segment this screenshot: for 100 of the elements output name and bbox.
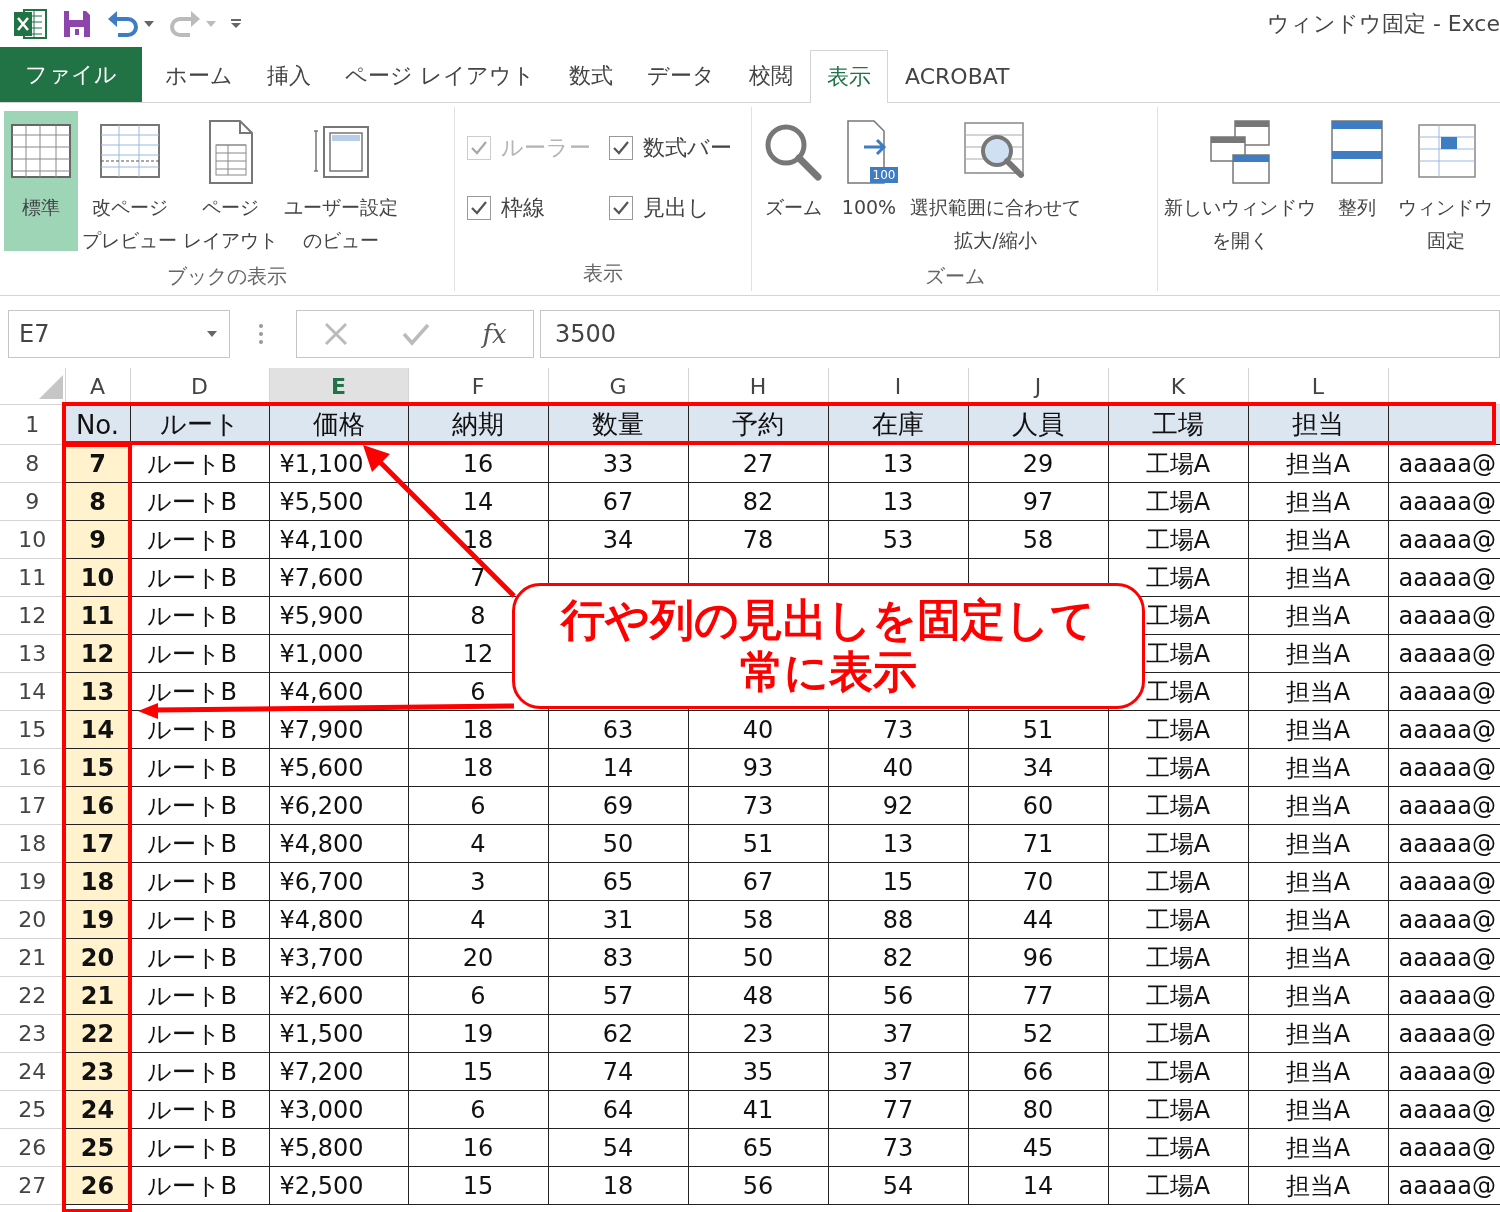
check-icon[interactable] bbox=[401, 322, 430, 346]
column-header[interactable]: F bbox=[408, 368, 548, 405]
table-cell: 工場A bbox=[1108, 862, 1248, 901]
table-cell: 78 bbox=[688, 520, 828, 559]
ribbon-button[interactable]: ズーム bbox=[756, 111, 830, 251]
undo-icon[interactable] bbox=[106, 9, 140, 39]
ribbon-button[interactable]: 選択範囲に合わせて 拡大/縮小 bbox=[908, 111, 1083, 263]
table-cell: ¥6,200 bbox=[269, 786, 408, 825]
table-cell: 58 bbox=[688, 900, 828, 939]
ribbon-button[interactable]: ユーザー設定 のビュー bbox=[282, 111, 400, 263]
table-cell: 4 bbox=[408, 900, 548, 939]
ribbon-button[interactable]: 整列 bbox=[1320, 111, 1394, 251]
name-box[interactable]: E7 bbox=[8, 310, 230, 358]
table-cell: 71 bbox=[968, 824, 1108, 863]
table-cell: 52 bbox=[968, 1014, 1108, 1053]
ribbon-button[interactable]: ページ レイアウト bbox=[181, 111, 280, 263]
table-cell: ルートB bbox=[130, 634, 269, 673]
group-label: ズーム bbox=[924, 263, 985, 290]
table-cell: 67 bbox=[548, 482, 688, 521]
checkbox[interactable] bbox=[609, 196, 633, 220]
table-cell: 工場A bbox=[1108, 900, 1248, 939]
ribbon-tab[interactable]: 表示 bbox=[810, 50, 888, 103]
table-cell: 50 bbox=[548, 824, 688, 863]
table-cell: 33 bbox=[548, 444, 688, 483]
checkbox[interactable] bbox=[467, 196, 491, 220]
table-cell: 31 bbox=[548, 900, 688, 939]
table-cell: 6 bbox=[408, 976, 548, 1015]
dropdown-caret-icon[interactable] bbox=[144, 21, 154, 27]
table-cell: ルートB bbox=[130, 900, 269, 939]
table-cell: 担当A bbox=[1248, 748, 1388, 787]
table-cell: ルートB bbox=[130, 1166, 269, 1205]
column-header[interactable]: D bbox=[130, 368, 269, 405]
ribbon-button[interactable]: 改ページ プレビュー bbox=[80, 111, 179, 263]
table-cell: 64 bbox=[548, 1090, 688, 1129]
file-tab[interactable]: ファイル bbox=[0, 47, 142, 102]
table-cell: ¥7,600 bbox=[269, 558, 408, 597]
group-label: ブックの表示 bbox=[167, 263, 287, 290]
table-cell: ¥3,700 bbox=[269, 938, 408, 977]
save-icon[interactable] bbox=[62, 9, 92, 39]
table-cell: 3 bbox=[408, 862, 548, 901]
table-cell: 工場A bbox=[1108, 520, 1248, 559]
table-cell: 93 bbox=[688, 748, 828, 787]
table-cell: 担当A bbox=[1248, 672, 1388, 711]
insert-function-button[interactable]: fx bbox=[482, 319, 507, 349]
formula-field[interactable]: 3500 bbox=[540, 310, 1500, 358]
column-header[interactable] bbox=[1388, 368, 1500, 405]
table-cell: ¥1,500 bbox=[269, 1014, 408, 1053]
customize-caret-icon[interactable] bbox=[230, 19, 242, 29]
table-cell: 23 bbox=[688, 1014, 828, 1053]
ribbon-button[interactable]: ウィンドウ 固定 bbox=[1396, 111, 1495, 263]
ribbon-button[interactable]: 新しいウィンドウ を開く bbox=[1162, 111, 1318, 263]
table-cell: 67 bbox=[688, 862, 828, 901]
checkbox-label[interactable]: 枠線 bbox=[501, 193, 545, 223]
checkbox-label[interactable]: 数式バー bbox=[643, 133, 732, 163]
table-cell: 担当A bbox=[1248, 1128, 1388, 1167]
table-cell: 34 bbox=[968, 748, 1108, 787]
column-header[interactable]: I bbox=[828, 368, 968, 405]
column-header[interactable]: L bbox=[1248, 368, 1388, 405]
ribbon-button[interactable]: 標準 bbox=[4, 111, 78, 251]
table-cell: 96 bbox=[968, 938, 1108, 977]
table-cell: 工場A bbox=[1108, 938, 1248, 977]
table-cell: aaaaa@ bbox=[1388, 558, 1500, 597]
table-cell: 担当A bbox=[1248, 1052, 1388, 1091]
table-cell: ルートB bbox=[130, 824, 269, 863]
table-cell: aaaaa@ bbox=[1388, 634, 1500, 673]
dropdown-caret-icon[interactable] bbox=[207, 331, 217, 337]
table-cell: aaaaa@ bbox=[1388, 520, 1500, 559]
window-title: ウィンドウ固定 - Exce bbox=[1266, 10, 1500, 38]
table-cell: ¥4,800 bbox=[269, 900, 408, 939]
column-header[interactable]: E bbox=[269, 368, 408, 405]
column-header[interactable]: J bbox=[968, 368, 1108, 405]
table-cell: 53 bbox=[828, 520, 968, 559]
ribbon-button[interactable]: 100 100% bbox=[832, 111, 906, 251]
table-cell: aaaaa@ bbox=[1388, 748, 1500, 787]
table-cell: aaaaa@ bbox=[1388, 938, 1500, 977]
column-header[interactable]: A bbox=[65, 368, 130, 405]
table-cell: 74 bbox=[548, 1052, 688, 1091]
table-cell: 41 bbox=[688, 1090, 828, 1129]
column-header[interactable]: G bbox=[548, 368, 688, 405]
column-header[interactable]: H bbox=[688, 368, 828, 405]
table-cell: ¥4,100 bbox=[269, 520, 408, 559]
table-cell: 14 bbox=[968, 1166, 1108, 1205]
table-cell: 77 bbox=[828, 1090, 968, 1129]
checkbox[interactable] bbox=[609, 136, 633, 160]
table-cell: 13 bbox=[828, 824, 968, 863]
table-cell: 担当A bbox=[1248, 596, 1388, 635]
table-cell: 97 bbox=[968, 482, 1108, 521]
table-cell: aaaaa@ bbox=[1388, 1128, 1500, 1167]
callout-text: 行や列の見出しを固定して常に表示 bbox=[559, 594, 1097, 698]
table-cell: aaaaa@ bbox=[1388, 1090, 1500, 1129]
table-cell: 44 bbox=[968, 900, 1108, 939]
table-cell: 工場A bbox=[1108, 1166, 1248, 1205]
table-cell: 88 bbox=[828, 900, 968, 939]
table-cell: ルートB bbox=[130, 786, 269, 825]
table-cell: 担当A bbox=[1248, 786, 1388, 825]
checkbox-label[interactable]: 見出し bbox=[643, 193, 710, 223]
table-cell: ルートB bbox=[130, 596, 269, 635]
table-cell: ¥7,200 bbox=[269, 1052, 408, 1091]
table-cell: ルートB bbox=[130, 862, 269, 901]
column-header[interactable]: K bbox=[1108, 368, 1248, 405]
